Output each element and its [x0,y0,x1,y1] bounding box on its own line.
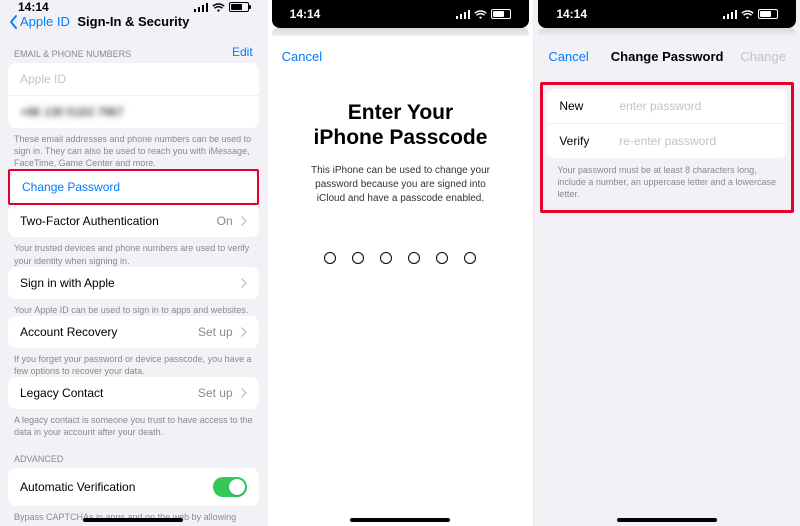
recovery-note: If you forget your password or device pa… [0,348,267,377]
autoverify-card: Automatic Verification [8,468,259,506]
passcode-dot [408,252,420,264]
siwa-label: Sign in with Apple [20,276,115,290]
home-indicator[interactable] [617,518,717,522]
cancel-button[interactable]: Cancel [282,49,322,64]
chevron-right-icon [241,327,247,337]
back-button[interactable]: Apple ID [10,14,70,29]
twofa-note: Your trusted devices and phone numbers a… [0,237,267,266]
cancel-button[interactable]: Cancel [548,49,588,64]
new-password-row[interactable]: New enter password [547,89,787,123]
twofa-card: Two-Factor Authentication On [8,205,259,237]
chevron-right-icon [241,388,247,398]
new-password-label: New [559,99,619,113]
recovery-value: Set up [198,325,233,339]
status-time: 14:14 [18,0,49,14]
siwa-note: Your Apple ID can be used to sign in to … [0,299,267,316]
twofa-label: Two-Factor Authentication [20,214,159,228]
highlight-change-password: Change Password [8,169,259,205]
legacy-card: Legacy Contact Set up [8,377,259,409]
siwa-row[interactable]: Sign in with Apple [8,267,259,299]
section-header-email: EMAIL & PHONE NUMBERS Edit [0,29,267,63]
password-requirements: Your password must be at least 8 charact… [543,158,791,208]
status-time: 14:14 [556,7,587,21]
apple-id-row[interactable]: Apple ID [8,63,259,95]
verify-password-placeholder: re-enter password [619,134,716,148]
modal-nav: Cancel Change Password Change [534,36,800,76]
change-action[interactable]: Change [740,49,786,64]
battery-icon [758,9,778,19]
email-card: Apple ID +86 130 5163 7967 [8,63,259,128]
passcode-input[interactable] [268,252,534,264]
twofa-row[interactable]: Two-Factor Authentication On [8,205,259,237]
battery-icon [491,9,511,19]
recovery-card: Account Recovery Set up [8,316,259,348]
home-indicator[interactable] [350,518,450,522]
screen-signin-security: 14:14 Apple ID Sign-In & Security EMAIL … [0,0,267,526]
passcode-dot [436,252,448,264]
passcode-dot [352,252,364,264]
legacy-note: A legacy contact is someone you trust to… [0,409,267,438]
passcode-dot [324,252,336,264]
modal-nav: Cancel [268,36,534,76]
passcode-title: Enter Your iPhone Passcode [268,76,534,164]
autoverify-note: Bypass CAPTCHAs in apps and on the web b… [0,506,267,526]
cellular-icon [456,9,470,19]
passcode-desc: This iPhone can be used to change your p… [268,164,534,206]
legacy-label: Legacy Contact [20,386,103,400]
twofa-value: On [217,214,233,228]
chevron-right-icon [241,216,247,226]
change-password-label: Change Password [22,180,120,194]
battery-icon [229,2,249,12]
verify-password-label: Verify [559,134,619,148]
page-title: Sign-In & Security [77,14,189,29]
nav-bar: Apple ID Sign-In & Security [0,14,267,29]
back-label: Apple ID [20,14,70,29]
autoverify-label: Automatic Verification [20,480,135,494]
recovery-row[interactable]: Account Recovery Set up [8,316,259,348]
cellular-icon [723,9,737,19]
cellular-icon [194,2,208,12]
passcode-dot [380,252,392,264]
siwa-card: Sign in with Apple [8,267,259,299]
screen-change-password: 14:14 Cancel Change Password Change New … [533,0,800,526]
edit-button[interactable]: Edit [232,45,253,59]
autoverify-row[interactable]: Automatic Verification [8,468,259,506]
wifi-icon [741,9,754,19]
verify-password-row[interactable]: Verify re-enter password [547,123,787,158]
legacy-row[interactable]: Legacy Contact Set up [8,377,259,409]
apple-id-label: Apple ID [20,72,66,86]
phone-number: +86 130 5163 7967 [20,105,124,119]
status-time: 14:14 [290,7,321,21]
screen-enter-passcode: 14:14 Cancel Enter Your iPhone Passcode … [267,0,534,526]
passcode-dot [464,252,476,264]
chevron-right-icon [241,278,247,288]
legacy-value: Set up [198,386,233,400]
home-indicator[interactable] [83,518,183,522]
wifi-icon [212,2,225,12]
highlight-password-form: New enter password Verify re-enter passw… [540,82,794,213]
chevron-left-icon [10,15,18,29]
new-password-placeholder: enter password [619,99,701,113]
recovery-label: Account Recovery [20,325,117,339]
phone-row[interactable]: +86 130 5163 7967 [8,95,259,128]
autoverify-toggle[interactable] [213,477,247,497]
status-bar: 14:14 [0,0,267,14]
change-password-row[interactable]: Change Password [10,171,257,203]
wifi-icon [474,9,487,19]
email-note: These email addresses and phone numbers … [0,128,267,169]
modal-title: Change Password [611,49,724,64]
status-bar: 14:14 [538,0,796,28]
status-bar: 14:14 [272,0,530,28]
section-header-advanced: ADVANCED [0,438,267,468]
